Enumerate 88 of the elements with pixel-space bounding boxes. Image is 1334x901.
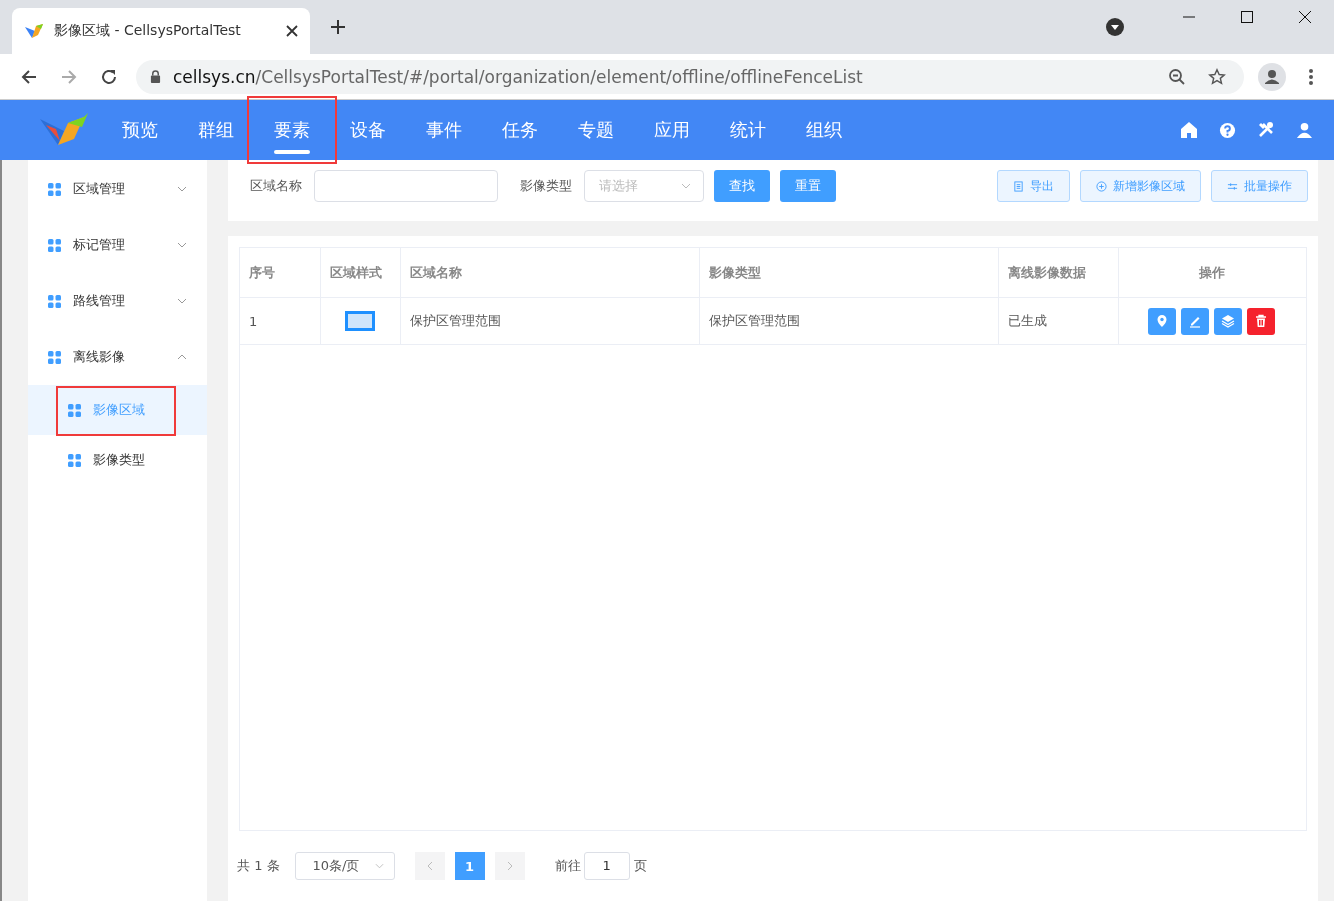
address-field[interactable]: cellsys.cn/CellsysPortalTest/#/portal/organization/element/offline/offlineFenceList [136,59,1244,94]
help-icon[interactable] [1219,121,1236,139]
locate-button[interactable] [1148,307,1177,335]
avatar-icon[interactable] [1258,62,1286,91]
select-field[interactable]: 请选择 [584,170,704,202]
search-button[interactable]: 查找 [714,170,770,202]
goto-label: 前往 [554,857,581,875]
layers-icon [1221,314,1236,328]
grid-icon [48,294,61,308]
sidebar-group[interactable]: 标记管理 [28,217,207,273]
field-label: 区域名称 [250,177,302,195]
page-suffix: 页 [633,857,647,875]
sidebar-group[interactable]: 离线影像 [28,329,207,385]
chevron-up-icon [177,354,187,360]
column-header: 影像类型 [699,248,998,298]
browser-tab[interactable]: 影像区域 - CellsysPortalTest [12,8,310,54]
reset-button[interactable]: 重置 [780,170,836,202]
nav-item[interactable]: 组织 [786,100,862,160]
menu-icon[interactable] [1308,67,1314,86]
layers-button[interactable] [1214,307,1243,335]
table-cell: 保护区管理范围 [400,297,699,345]
forward-icon[interactable] [60,67,78,86]
nav-item[interactable]: 事件 [406,100,482,160]
toolbar-button[interactable]: 新增影像区域 [1080,170,1201,202]
nav-item[interactable]: 专题 [558,100,634,160]
lock-icon [150,70,161,83]
nav-item[interactable]: 群组 [178,100,254,160]
total-count: 共 1 条 [237,857,280,875]
star-icon[interactable] [1208,67,1226,86]
nav-item[interactable]: 任务 [482,100,558,160]
nav-item[interactable]: 应用 [634,100,710,160]
edit-button[interactable] [1181,307,1210,335]
zoom-out-icon[interactable] [1168,67,1186,86]
plus-icon[interactable] [330,19,346,35]
home-icon[interactable] [1180,121,1198,139]
grid-icon [68,453,81,467]
delete-button[interactable] [1247,307,1276,335]
page-size-select[interactable]: 10条/页 [294,852,395,880]
chevron-left-icon [426,861,433,871]
column-header: 序号 [240,248,320,298]
area-swatch [344,311,375,331]
table-cell: 保护区管理范围 [699,297,998,345]
grid-icon [68,403,81,417]
chevron-down-icon [681,183,691,189]
back-icon[interactable] [20,67,38,86]
sliders-icon [1227,180,1238,192]
column-header: 离线影像数据 [998,248,1118,298]
toolbar-button[interactable]: 批量操作 [1211,170,1308,202]
input-field[interactable] [314,170,498,202]
column-header: 区域样式 [320,248,400,298]
maximize-icon[interactable] [1240,10,1254,24]
plus-circle-icon [1096,180,1107,192]
field-label: 影像类型 [520,177,572,195]
toolbar-button[interactable]: 导出 [997,170,1070,202]
pencil-icon [1188,314,1203,328]
chevron-right-icon [506,861,513,871]
trash-icon [1254,314,1269,328]
grid-icon [48,182,61,196]
close-icon[interactable] [286,25,298,37]
sidebar-item[interactable]: 影像区域 [28,385,207,435]
dropdown-icon[interactable] [1106,18,1124,36]
chevron-down-icon [177,186,187,192]
sidebar-item[interactable]: 影像类型 [28,435,207,485]
sidebar-group[interactable]: 路线管理 [28,273,207,329]
chevron-down-icon [177,242,187,248]
document-icon [1013,180,1024,192]
tools-icon[interactable] [1257,121,1275,139]
chevron-down-icon [374,863,384,869]
page-input[interactable]: 1 [583,852,630,880]
reload-icon[interactable] [100,67,118,86]
table-cell: 1 [240,297,320,345]
column-header: 操作 [1118,248,1306,298]
grid-icon [48,350,61,364]
chevron-down-icon [177,298,187,304]
tab-title: 影像区域 - CellsysPortalTest [54,22,242,40]
nav-item[interactable]: 要素 [254,100,330,160]
user-icon[interactable] [1296,121,1313,139]
close-icon[interactable] [1298,10,1312,24]
grid-icon [48,238,61,252]
url-text: cellsys.cn/CellsysPortalTest/#/portal/organization/element/offline/offlineFenceList [173,66,863,87]
nav-item[interactable]: 设备 [330,100,406,160]
sidebar-group[interactable]: 区域管理 [28,161,207,217]
nav-item[interactable]: 预览 [102,100,178,160]
table-cell: 已生成 [998,297,1118,345]
column-header: 区域名称 [400,248,699,298]
logo-icon [24,21,44,41]
page-button[interactable]: 1 [454,852,485,880]
nav-item[interactable]: 统计 [710,100,786,160]
